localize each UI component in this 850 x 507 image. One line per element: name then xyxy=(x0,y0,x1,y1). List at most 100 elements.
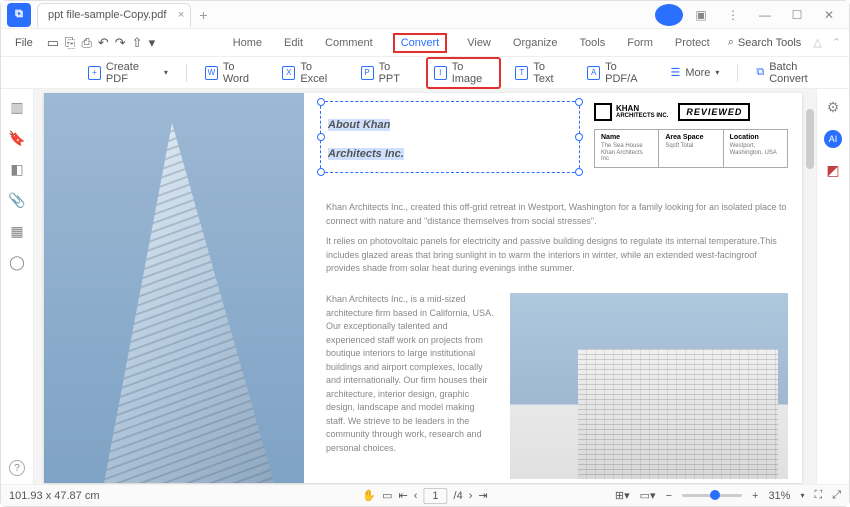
paragraph-1[interactable]: Khan Architects Inc., created this off-g… xyxy=(326,201,788,228)
menu-comment[interactable]: Comment xyxy=(323,33,375,53)
ai-icon[interactable]: AI xyxy=(824,130,842,148)
feedback-icon[interactable]: ▣ xyxy=(687,4,715,26)
chevron-down-icon: ▾ xyxy=(164,68,168,77)
menu-view[interactable]: View xyxy=(465,33,493,53)
word-icon: W xyxy=(205,66,218,80)
stamp-icon[interactable]: ◯ xyxy=(9,254,25,271)
menu-edit[interactable]: Edit xyxy=(282,33,305,53)
zoom-slider[interactable] xyxy=(682,494,742,497)
titlebar: ⧉ ppt file-sample-Copy.pdf × + ▣ ⋮ — ☐ ✕ xyxy=(1,1,849,29)
to-word-button[interactable]: WTo Word xyxy=(197,57,268,89)
tab-title: ppt file-sample-Copy.pdf xyxy=(48,9,166,21)
batch-icon: ⧉ xyxy=(756,66,764,79)
handle-br[interactable] xyxy=(575,168,583,176)
to-ppt-button[interactable]: PTo PPT xyxy=(353,57,420,89)
menu-tools[interactable]: Tools xyxy=(578,33,608,53)
search-placeholder: Search Tools xyxy=(738,37,801,49)
zoom-value[interactable]: 31% xyxy=(768,490,790,502)
close-button[interactable]: ✕ xyxy=(815,4,843,26)
reviewed-stamp: REVIEWED xyxy=(678,103,750,121)
search-icon: ⌕ xyxy=(728,36,734,49)
page-dimensions: 101.93 x 47.87 cm xyxy=(9,490,100,502)
dropdown-icon[interactable]: ▾ xyxy=(149,35,156,51)
next-page-button[interactable]: › xyxy=(469,490,473,502)
search-tools[interactable]: ⌕ Search Tools xyxy=(728,36,802,49)
document-title[interactable]: About KhanArchitects Inc. xyxy=(328,107,404,165)
handle-ml[interactable] xyxy=(317,133,325,141)
app-icon[interactable]: ◩ xyxy=(826,162,839,179)
maximize-button[interactable]: ☐ xyxy=(783,4,811,26)
to-excel-button[interactable]: XTo Excel xyxy=(274,57,346,89)
paragraph-2[interactable]: It relies on photovoltaic panels for ele… xyxy=(326,235,788,276)
minimize-button[interactable]: — xyxy=(751,4,779,26)
menubar: File ▭ ⎘ ⎙ ↶ ↷ ⇧ ▾ Home Edit Comment Con… xyxy=(1,29,849,57)
layers-icon[interactable]: ◧ xyxy=(10,161,23,178)
excel-icon: X xyxy=(282,66,295,80)
left-sidebar: ▥ 🔖 ◧ 📎 ▦ ◯ xyxy=(1,89,33,484)
menu-convert[interactable]: Convert xyxy=(393,33,448,53)
menu-protect[interactable]: Protect xyxy=(673,33,712,53)
pdf-page: About KhanArchitects Inc. KHANARCHITECTS… xyxy=(44,93,802,483)
last-page-button[interactable]: ⇥ xyxy=(478,489,487,502)
batch-convert-button[interactable]: ⧉Batch Convert xyxy=(748,57,841,89)
ppt-icon: P xyxy=(361,66,374,80)
redo-icon[interactable]: ↷ xyxy=(115,35,126,51)
info-header: KHANARCHITECTS INC. REVIEWED NameThe Sea… xyxy=(594,103,788,168)
create-pdf-button[interactable]: + Create PDF ▾ xyxy=(80,57,176,89)
select-tool-icon[interactable]: ▭ xyxy=(382,489,392,502)
hand-tool-icon[interactable]: ✋ xyxy=(362,489,376,502)
more-button[interactable]: ☰More▾ xyxy=(662,62,727,83)
handle-mr[interactable] xyxy=(575,133,583,141)
file-menu[interactable]: File xyxy=(9,33,39,53)
menu-icon[interactable]: ⋮ xyxy=(719,4,747,26)
to-pdfa-button[interactable]: ATo PDF/A xyxy=(579,57,656,89)
thumbnails-icon[interactable]: ▥ xyxy=(10,99,23,116)
help-button[interactable]: ? xyxy=(9,460,25,476)
zoom-in-button[interactable]: + xyxy=(752,490,758,502)
print-icon[interactable]: ⎙ xyxy=(81,35,91,51)
attachment-icon[interactable]: 📎 xyxy=(8,192,25,209)
more-icon: ☰ xyxy=(670,66,680,79)
prev-page-button[interactable]: ‹ xyxy=(414,490,418,502)
reading-mode-icon[interactable]: ▭▾ xyxy=(640,489,656,502)
view-mode-icon[interactable]: ⊞▾ xyxy=(615,489,630,502)
first-page-button[interactable]: ⇤ xyxy=(399,489,408,502)
fullscreen-icon[interactable]: ⤢ xyxy=(832,489,841,502)
handle-tl[interactable] xyxy=(317,98,325,106)
canvas[interactable]: About KhanArchitects Inc. KHANARCHITECTS… xyxy=(33,89,817,484)
page-number-input[interactable]: 1 xyxy=(423,488,447,504)
workspace: ▥ 🔖 ◧ 📎 ▦ ◯ About KhanArchitects Inc. KH… xyxy=(1,89,849,484)
zoom-out-button[interactable]: − xyxy=(666,490,672,502)
create-icon: + xyxy=(88,66,101,80)
share-icon[interactable]: ⇧ xyxy=(132,35,143,51)
to-image-button[interactable]: ITo Image xyxy=(426,57,502,89)
menu-home[interactable]: Home xyxy=(231,33,264,53)
settings-icon[interactable]: ⚙ xyxy=(827,99,840,116)
window-controls: ▣ ⋮ — ☐ ✕ xyxy=(655,4,849,26)
handle-tr[interactable] xyxy=(575,98,583,106)
pin-icon[interactable]: △ xyxy=(813,36,821,49)
page-total: /4 xyxy=(454,490,463,502)
menu-form[interactable]: Form xyxy=(625,33,655,53)
menu-organize[interactable]: Organize xyxy=(511,33,560,53)
to-text-button[interactable]: TTo Text xyxy=(507,57,573,89)
handle-bl[interactable] xyxy=(317,168,325,176)
paragraph-3[interactable]: Khan Architects Inc., is a mid-sized arc… xyxy=(326,293,496,455)
collapse-icon[interactable]: ⌃ xyxy=(832,36,841,49)
ribbon: + Create PDF ▾ WTo Word XTo Excel PTo PP… xyxy=(1,57,849,89)
quick-access-toolbar: ▭ ⎘ ⎙ ↶ ↷ ⇧ ▾ xyxy=(47,35,155,51)
company-logo: KHANARCHITECTS INC. xyxy=(594,103,668,121)
fields-icon[interactable]: ▦ xyxy=(10,223,23,240)
open-icon[interactable]: ▭ xyxy=(47,35,59,51)
document-tab[interactable]: ppt file-sample-Copy.pdf × xyxy=(37,3,191,27)
close-tab-icon[interactable]: × xyxy=(178,9,184,21)
user-avatar[interactable] xyxy=(655,4,683,26)
vertical-scrollbar[interactable] xyxy=(806,109,814,169)
fit-width-icon[interactable]: ⛶ xyxy=(814,489,822,502)
bookmark-icon[interactable]: 🔖 xyxy=(8,130,25,147)
text-icon: T xyxy=(515,66,528,80)
pdfa-icon: A xyxy=(587,66,600,80)
add-tab-button[interactable]: + xyxy=(199,7,207,23)
save-icon[interactable]: ⎘ xyxy=(65,35,75,51)
undo-icon[interactable]: ↶ xyxy=(98,35,109,51)
